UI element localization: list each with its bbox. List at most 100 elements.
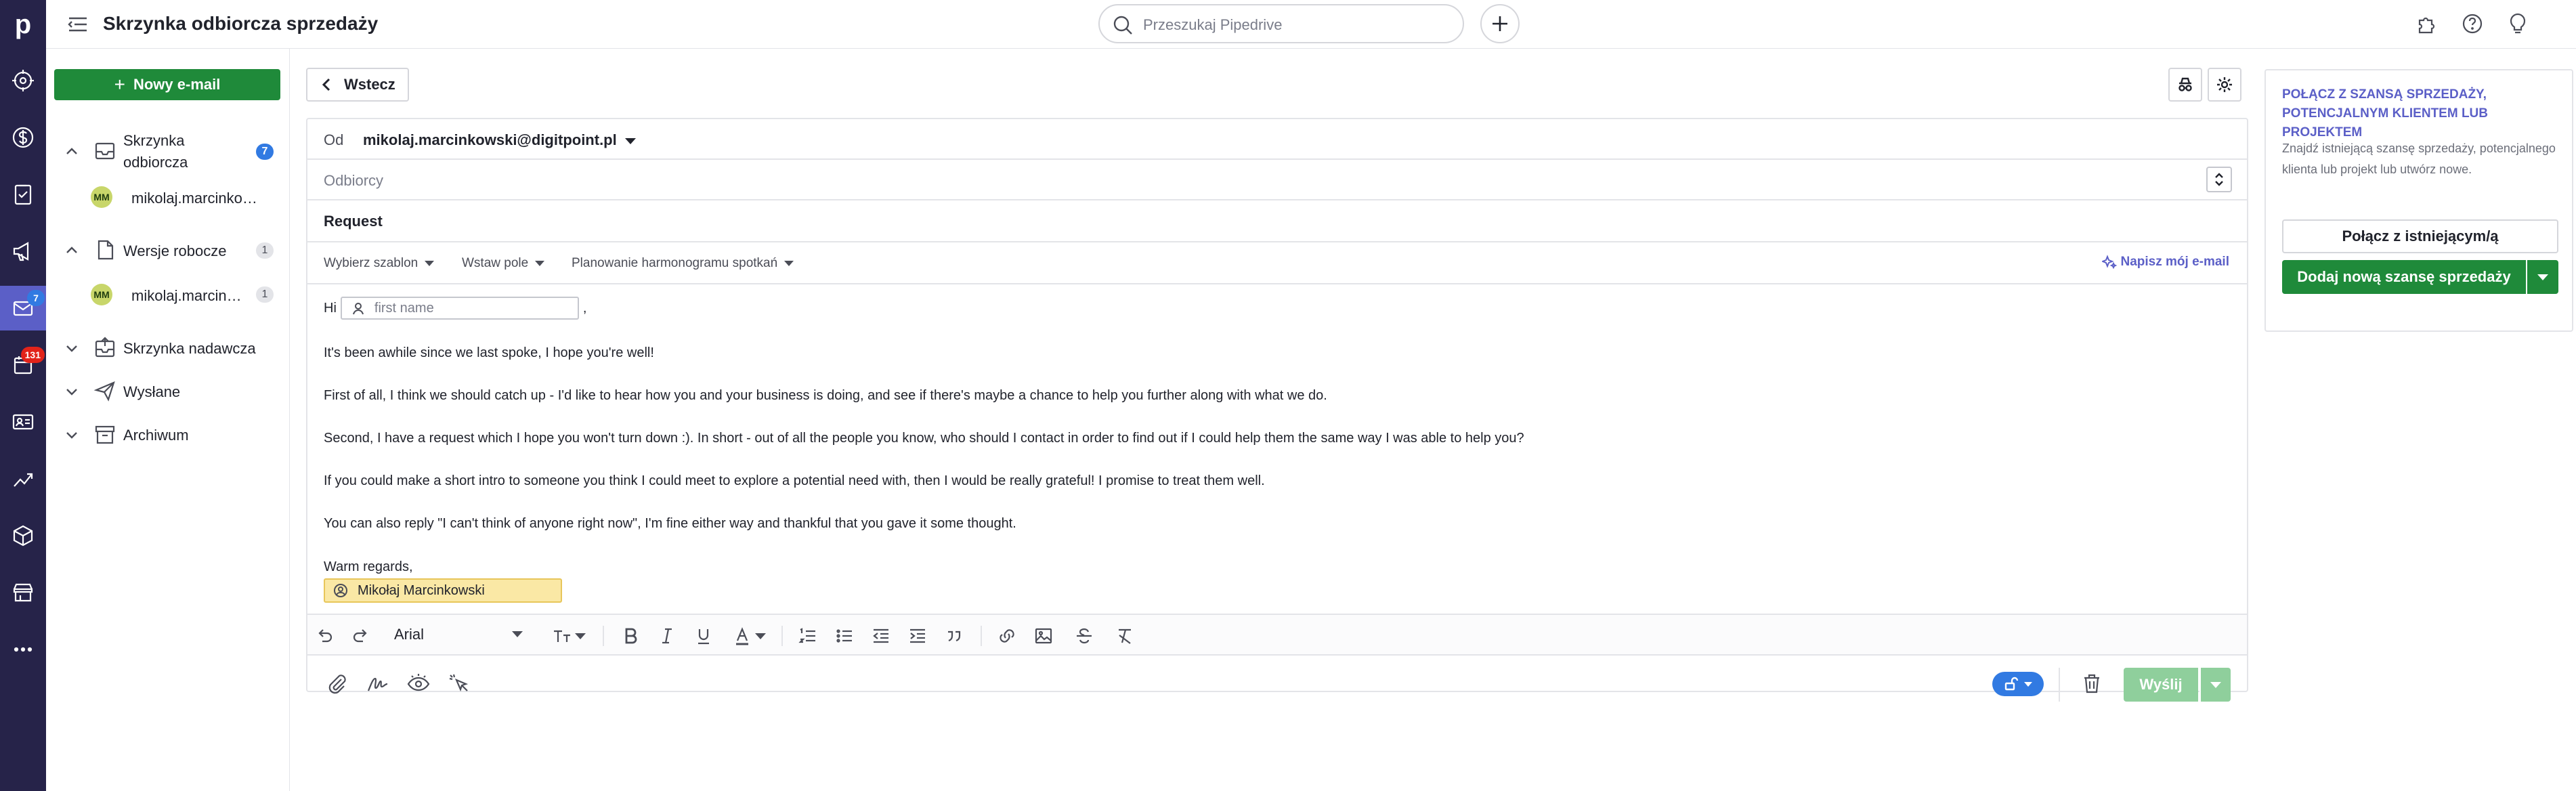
settings-button[interactable] xyxy=(2208,68,2241,102)
privacy-button[interactable] xyxy=(2168,68,2202,102)
template-select[interactable]: Wybierz szablon xyxy=(324,256,435,271)
chevron-left-icon xyxy=(322,78,330,91)
link-deal-panel: Połącz z szansą sprzedaży, potencjalnym … xyxy=(2264,69,2573,332)
chevron-down-icon xyxy=(755,633,766,639)
delete-draft-button[interactable] xyxy=(2080,672,2105,696)
text-color-select[interactable] xyxy=(729,624,769,647)
signature-block[interactable]: Mikołaj Marcinkowski xyxy=(324,578,562,603)
strikethrough-button[interactable] xyxy=(1073,624,1096,647)
back-button[interactable]: Wstecz xyxy=(306,68,409,102)
quick-add-button[interactable] xyxy=(1480,4,1520,43)
link-existing-button[interactable]: Połącz z istniejącym/ą xyxy=(2282,219,2558,253)
dollar-icon xyxy=(12,127,34,148)
outdent-button[interactable] xyxy=(870,624,893,647)
body-paragraph: If you could make a short intro to someo… xyxy=(324,473,1265,488)
sidebar-toggle-button[interactable] xyxy=(66,14,89,35)
rail-leads-button[interactable] xyxy=(0,58,46,103)
add-deal-button[interactable]: Dodaj nową szansę sprzedaży xyxy=(2282,260,2526,294)
body-paragraph: First of all, I think we should catch up… xyxy=(324,388,1327,403)
folder-archive[interactable]: Archiwum xyxy=(46,416,290,454)
chevron-down-icon xyxy=(512,631,523,637)
collapse-chevron-icon[interactable] xyxy=(64,242,80,259)
folder-outbox-label: Skrzynka nadawcza xyxy=(123,340,256,357)
insert-image-button[interactable] xyxy=(1032,624,1055,647)
undo-button[interactable] xyxy=(313,624,336,647)
paperclip-icon xyxy=(328,675,346,694)
expand-chevron-icon[interactable] xyxy=(64,427,80,443)
rail-marketplace-button[interactable] xyxy=(0,570,46,615)
contacts-icon xyxy=(12,414,34,430)
pipedrive-logo[interactable]: p xyxy=(7,8,39,41)
rail-activities-button[interactable] xyxy=(0,172,46,217)
link-tracking-button[interactable] xyxy=(447,672,471,696)
indent-button[interactable] xyxy=(906,624,929,647)
first-name-merge-field[interactable]: first name xyxy=(340,297,579,320)
rail-calendar-button[interactable]: 131 xyxy=(0,343,46,387)
mail-badge: 7 xyxy=(27,290,45,306)
drafts-account-item[interactable]: MM mikolaj.marcinkowski@digitpoint.pl 1 xyxy=(46,278,290,312)
open-tracking-button[interactable] xyxy=(406,672,431,696)
subject-row[interactable]: Request xyxy=(307,200,2247,242)
rail-campaigns-button[interactable] xyxy=(0,229,46,274)
divider xyxy=(2059,668,2060,702)
tips-button[interactable] xyxy=(2504,9,2532,38)
person-icon xyxy=(352,303,364,315)
insert-field-select[interactable]: Wstaw pole xyxy=(462,256,545,271)
clear-formatting-button[interactable] xyxy=(1113,624,1136,647)
send-button[interactable]: Wyślij xyxy=(2124,668,2198,702)
rail-products-button[interactable] xyxy=(0,513,46,558)
chevron-down-icon xyxy=(535,260,545,266)
global-search-input[interactable]: Przeszukaj Pipedrive xyxy=(1098,4,1464,43)
rail-mail-button[interactable]: 7 xyxy=(0,286,46,330)
draft-document-icon xyxy=(93,238,116,261)
rail-deals-button[interactable] xyxy=(0,115,46,160)
collapse-chevron-icon[interactable] xyxy=(64,144,80,160)
expand-chevron-icon[interactable] xyxy=(64,383,80,400)
lightbulb-icon xyxy=(2510,13,2526,34)
signature-button[interactable] xyxy=(366,672,390,696)
folder-inbox[interactable]: Skrzynka odbiorcza 7 xyxy=(46,127,290,176)
send-options-button[interactable] xyxy=(2199,668,2231,702)
numbered-list-button[interactable] xyxy=(796,624,819,647)
drafts-account-count: 1 xyxy=(256,286,274,303)
font-family-select[interactable]: Arial xyxy=(394,626,523,643)
scheduling-select[interactable]: Planowanie harmonogramu spotkań xyxy=(572,256,794,271)
subject-input[interactable]: Request xyxy=(324,213,383,230)
scheduling-label: Planowanie harmonogramu spotkań xyxy=(572,256,778,270)
expand-chevron-icon[interactable] xyxy=(64,340,80,356)
recipients-row[interactable]: Odbiorcy xyxy=(307,160,2247,200)
extensions-button[interactable] xyxy=(2413,9,2441,38)
bullet-list-button[interactable] xyxy=(833,624,856,647)
recipients-input[interactable]: Odbiorcy xyxy=(324,172,383,190)
help-button[interactable] xyxy=(2458,9,2487,38)
link-panel-title: Połącz z szansą sprzedaży, potencjalnym … xyxy=(2282,87,2488,140)
from-row: Od mikolaj.marcinkowski@digitpoint.pl xyxy=(307,119,2247,160)
attach-button[interactable] xyxy=(325,672,349,696)
rail-more-button[interactable] xyxy=(0,627,46,672)
cc-bcc-toggle[interactable] xyxy=(2206,167,2232,192)
new-email-button[interactable]: + Nowy e-mail xyxy=(54,69,280,100)
signature-icon xyxy=(367,677,388,691)
rail-insights-button[interactable] xyxy=(0,456,46,501)
insert-link-button[interactable] xyxy=(995,624,1018,647)
link-panel-description: Znajdź istniejącą szansę sprzedaży, pote… xyxy=(2282,142,2556,176)
ai-write-button[interactable]: Napisz mój e-mail xyxy=(2101,255,2229,270)
text-size-icon xyxy=(554,630,570,642)
add-deal-options-button[interactable] xyxy=(2527,260,2558,294)
greeting-text: Hi xyxy=(324,300,337,316)
menu-collapse-icon xyxy=(68,17,87,32)
redo-button[interactable] xyxy=(349,624,372,647)
inbox-account-item[interactable]: MM mikolaj.marcinkowski@digitpoint.pl xyxy=(46,180,290,214)
sharing-toggle[interactable] xyxy=(1992,672,2044,696)
folder-drafts[interactable]: Wersje robocze 1 xyxy=(46,232,290,270)
underline-button[interactable] xyxy=(692,624,715,647)
chevron-down-icon xyxy=(2024,681,2032,687)
quote-button[interactable] xyxy=(943,624,966,647)
folder-sent[interactable]: Wysłane xyxy=(46,372,290,410)
from-select[interactable]: mikolaj.marcinkowski@digitpoint.pl xyxy=(363,131,636,149)
folder-outbox[interactable]: Skrzynka nadawcza xyxy=(46,329,290,367)
bold-button[interactable] xyxy=(619,624,642,647)
italic-button[interactable] xyxy=(656,624,679,647)
font-size-select[interactable] xyxy=(549,624,589,647)
rail-contacts-button[interactable] xyxy=(0,400,46,444)
